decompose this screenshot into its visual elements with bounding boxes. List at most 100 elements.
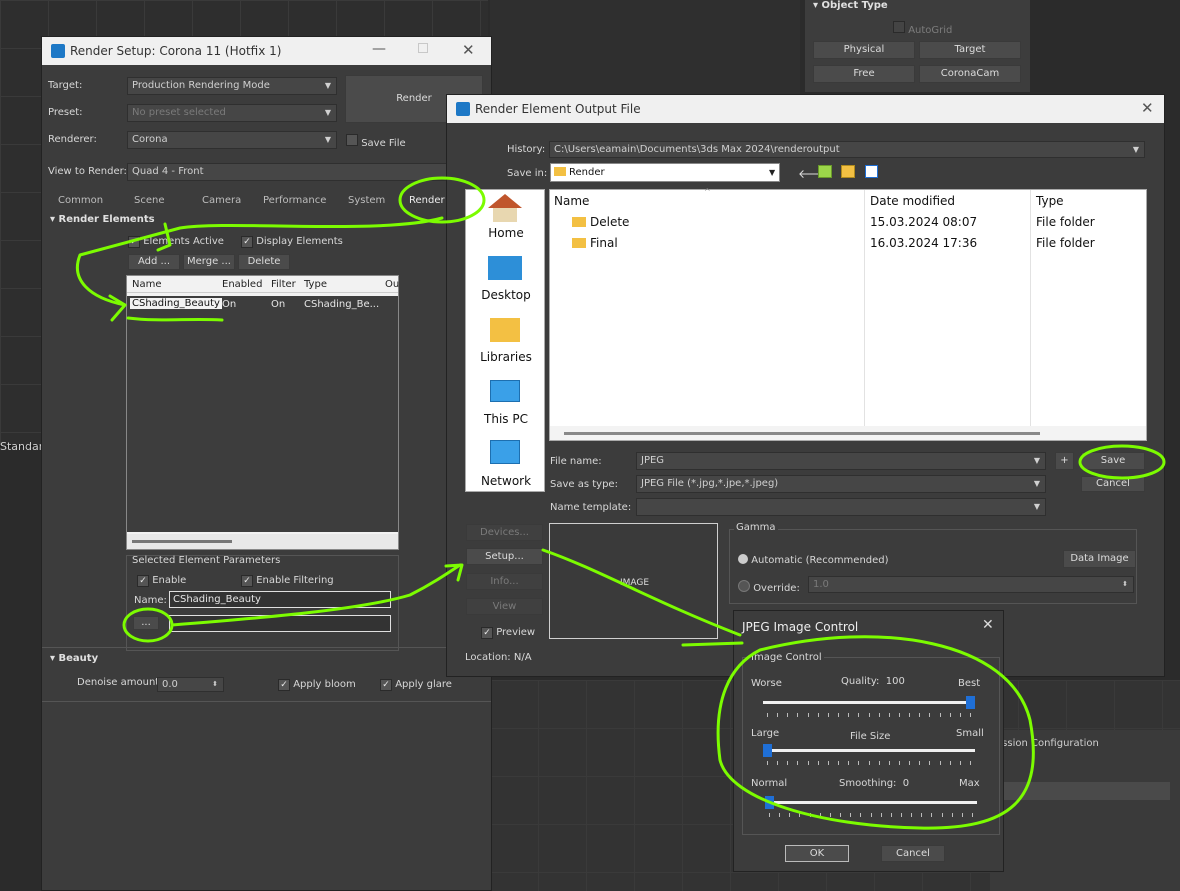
slider-track [763,749,975,752]
target-button[interactable]: Target [919,41,1021,59]
file-list[interactable]: Name Date modified Type ^ Delete 15.03.2… [549,187,1148,441]
output-path-input[interactable] [169,615,391,632]
view-menu-icon[interactable] [865,165,878,178]
view-button[interactable]: View [466,598,543,615]
data-image-button[interactable]: Data Image [1063,550,1136,568]
slider-tick [941,813,943,817]
info-button[interactable]: Info... [466,573,543,590]
renderer-dropdown[interactable]: Corona ▼ [127,131,337,149]
render-elements-header[interactable]: ▾ Render Elements [50,214,155,225]
session-field[interactable] [1000,782,1170,800]
tab-performance[interactable]: Performance [263,195,326,206]
column-date-modified[interactable]: Date modified [870,194,955,208]
sidebar-item-this-pc[interactable]: This PC [466,412,546,426]
preview-checkbox[interactable]: ✓ Preview [481,627,535,639]
image-control-label: Image Control [749,652,824,663]
close-icon[interactable]: ✕ [982,617,994,633]
physical-button[interactable]: Physical [813,41,915,59]
automatic-radio[interactable]: Automatic (Recommended) [738,554,889,566]
add-button[interactable]: Add ... [128,254,180,270]
slider-tick [970,761,971,765]
cancel-button[interactable]: Cancel [881,845,945,862]
smoothing-slider-thumb[interactable] [765,796,774,809]
save-as-type-dropdown[interactable]: JPEG File (*.jpg,*.jpe,*.jpeg) ▼ [636,475,1046,493]
slider-tick [911,813,913,817]
autogrid-checkbox[interactable]: AutoGrid [893,21,952,36]
render-setup-titlebar[interactable]: Render Setup: Corona 11 (Hotfix 1) — ✕ [42,37,491,65]
save-file-checkbox[interactable]: Save File [346,134,406,149]
slider-tick [850,813,852,817]
history-dropdown[interactable]: C:\Users\eamain\Documents\3ds Max 2024\r… [549,141,1145,158]
slider-tick [919,713,921,717]
devices-button[interactable]: Devices... [466,524,543,541]
free-button[interactable]: Free [813,65,915,83]
horizontal-scrollbar[interactable] [127,534,398,549]
quality-slider-thumb[interactable] [966,696,975,709]
file-name-input[interactable]: JPEG ▼ [636,452,1046,470]
slider-tick [817,761,819,765]
view-to-render-dropdown[interactable]: Quad 4 - Front [127,163,447,181]
output-dialog-titlebar[interactable]: Render Element Output File ✕ [447,95,1164,123]
enable-checkbox[interactable]: ✓ Enable [137,575,186,587]
override-radio[interactable]: Override: [738,580,800,594]
viewport-top-right[interactable] [490,0,800,100]
display-elements-checkbox[interactable]: ✓ Display Elements [241,236,343,248]
merge-button[interactable]: Merge ... [183,254,235,270]
plus-button[interactable]: + [1055,452,1074,470]
column-name[interactable]: Name [554,194,589,208]
delete-button[interactable]: Delete [238,254,290,270]
table-row[interactable]: CShading_Beauty On On CShading_Be... [127,296,398,312]
new-folder-icon[interactable] [841,165,855,178]
browse-button[interactable]: ... [133,616,159,630]
gamma-group: Gamma Automatic (Recommended) Data Image… [729,522,1137,604]
tab-camera[interactable]: Camera [202,195,241,206]
smoothing-slider[interactable] [765,796,977,818]
up-folder-icon[interactable] [818,165,832,178]
session-configuration-tab[interactable]: ession Configuration [996,738,1099,749]
apply-glare-checkbox[interactable]: ✓ Apply glare [380,679,452,691]
save-in-dropdown[interactable]: Render ▼ [550,163,780,182]
name-template-dropdown[interactable]: ▼ [636,498,1046,516]
slider-tick [868,713,870,717]
slider-tick [939,713,941,717]
setup-button[interactable]: Setup... [466,548,543,565]
chevron-down-icon: ▼ [1033,502,1040,511]
tab-scene[interactable]: Scene [134,195,165,206]
elements-active-checkbox[interactable]: ✓ Elements Active [128,236,224,248]
enable-filtering-checkbox[interactable]: ✓ Enable Filtering [241,575,334,587]
column-type[interactable]: Type [1036,194,1064,208]
list-item[interactable]: Delete 15.03.2024 08:07 File folder [550,214,1148,232]
horizontal-scrollbar[interactable] [550,426,1146,440]
beauty-header[interactable]: ▾ Beauty [50,653,98,664]
sidebar-item-libraries[interactable]: Libraries [466,350,546,364]
close-icon[interactable]: ✕ [462,41,475,59]
minimize-icon[interactable]: — [372,41,386,57]
list-item[interactable]: Final 16.03.2024 17:36 File folder [550,235,1148,253]
sidebar-item-home[interactable]: Home [466,226,546,240]
save-button[interactable]: Save [1081,452,1145,470]
object-type-header: ▾ Object Type [813,0,888,11]
ok-button[interactable]: OK [785,845,849,862]
app-icon [456,102,470,116]
jpeg-titlebar[interactable]: JPEG Image Control ✕ [734,611,1003,639]
elements-table[interactable]: Name Enabled Filter Type Ou CShading_Bea… [126,275,399,550]
preset-dropdown[interactable]: No preset selected ▼ [127,104,337,122]
denoise-spinner[interactable]: 0.0 ⬍ [157,677,224,692]
dialog-title: Render Element Output File [475,102,641,116]
file-size-slider[interactable] [763,744,975,766]
quality-slider[interactable] [763,696,975,718]
name-input[interactable]: CShading_Beauty [169,591,391,608]
cancel-button[interactable]: Cancel [1081,476,1145,492]
coronacam-button[interactable]: CoronaCam [919,65,1021,83]
target-dropdown[interactable]: Production Rendering Mode ▼ [127,77,337,95]
override-spinner[interactable]: 1.0 ⬍ [808,576,1134,593]
tab-system[interactable]: System [348,195,385,206]
apply-bloom-checkbox[interactable]: ✓ Apply bloom [278,679,356,691]
file-size-slider-thumb[interactable] [763,744,772,757]
tab-common[interactable]: Common [58,195,103,206]
sidebar-item-network[interactable]: Network [466,474,546,488]
sidebar-item-desktop[interactable]: Desktop [466,288,546,302]
maximize-icon[interactable] [418,43,428,53]
close-icon[interactable]: ✕ [1141,99,1154,117]
desktop-icon [488,256,522,280]
